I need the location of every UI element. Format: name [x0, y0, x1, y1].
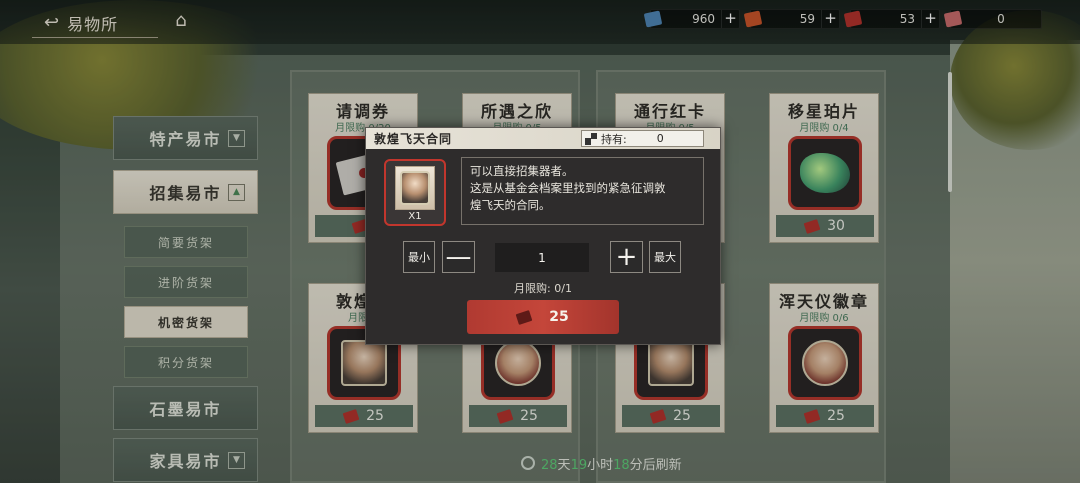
sidebar-item-label: 石墨易市 [149, 400, 222, 419]
sidebar-subitem-label: 简要货架 [157, 235, 214, 250]
holding-label: 持有: [601, 132, 627, 146]
shop-card-star-amber[interactable]: 移星珀片 月限购 0/4 30 [769, 93, 879, 243]
red-ticket-icon [803, 218, 821, 234]
refresh-text: 28天19小时18分后刷新 [541, 457, 682, 473]
clock-icon [521, 456, 535, 470]
red-ticket-icon [496, 408, 514, 424]
refresh-timer: 28天19小时18分后刷新 [521, 454, 682, 473]
minus-icon: — [445, 242, 472, 272]
orange-ticket-icon [743, 10, 763, 28]
red-ticket-icon [803, 408, 821, 424]
item-preview: X1 [384, 159, 446, 226]
currency-blue-ticket: 960 + [643, 9, 740, 29]
holding-count: 持有: 0 [581, 130, 704, 147]
chevron-down-icon[interactable]: ▼ [228, 452, 245, 469]
plus-icon: + [615, 242, 638, 272]
character-badge [802, 340, 848, 386]
home-icon[interactable]: ⌂ [170, 10, 192, 32]
currency-value: 960 [692, 12, 715, 26]
chevron-up-icon[interactable]: ▲ [228, 184, 245, 201]
sidebar-subitem-secret-shelf[interactable]: 机密货架 [124, 306, 248, 338]
character-badge [495, 340, 541, 386]
character-portrait [341, 340, 387, 386]
inventory-icon [585, 132, 597, 145]
sidebar-subitem-label: 积分货架 [157, 355, 214, 370]
shop-card-armillary-badge[interactable]: 浑天仪徽章 月限购 0/6 25 [769, 283, 879, 433]
increase-quantity-button[interactable]: + [610, 241, 643, 273]
red-ticket-icon [649, 408, 667, 424]
pink-card-icon [943, 10, 963, 28]
sidebar-item-label: 家具易市 [149, 452, 222, 471]
sidebar-subitem-label: 机密货架 [157, 315, 214, 330]
character-portrait [400, 171, 430, 205]
currency-red-ticket: 53 + [843, 9, 940, 29]
gem-icon [800, 153, 850, 193]
card-price: 25 [622, 405, 720, 427]
card-price: 25 [469, 405, 567, 427]
sidebar-item-furniture-market[interactable]: 家具易市 ▼ [113, 438, 258, 482]
card-image [788, 326, 862, 400]
card-limit: 月限购 0/4 [799, 123, 849, 134]
min-quantity-button[interactable]: 最小 [403, 241, 435, 273]
item-quantity: X1 [408, 211, 422, 222]
sidebar-item-recruit-market[interactable]: 招集易市 ▲ [113, 170, 258, 214]
add-currency-button[interactable]: + [721, 10, 739, 28]
red-ticket-icon [515, 309, 533, 325]
add-currency-button[interactable]: + [921, 10, 939, 28]
scrollbar[interactable] [948, 72, 952, 192]
blue-ticket-icon [643, 10, 663, 28]
character-portrait [648, 340, 694, 386]
sidebar-subitem-points-shelf[interactable]: 积分货架 [124, 346, 248, 378]
monthly-limit-text: 月限购: 0/1 [514, 282, 572, 295]
dialog-header: 敦煌飞天合同 持有: 0 [366, 128, 720, 149]
purchase-dialog: 敦煌飞天合同 持有: 0 X1 可以直接招集器者。 这是从基金会档案里找到的紧急… [365, 127, 721, 345]
sidebar-subitem-advanced-shelf[interactable]: 进阶货架 [124, 266, 248, 298]
sidebar-item-label: 特产易市 [149, 130, 222, 149]
currency-value: 0 [997, 12, 1005, 26]
sidebar-item-graphite-market[interactable]: 石墨易市 [113, 386, 258, 430]
holding-value: 0 [656, 132, 664, 145]
currency-value: 53 [899, 12, 915, 26]
currency-pink-card: 0 [943, 9, 1042, 29]
decrease-quantity-button[interactable]: — [442, 241, 475, 273]
card-image [788, 136, 862, 210]
card-price: 30 [776, 215, 874, 237]
add-currency-button[interactable]: + [821, 10, 839, 28]
card-limit: 月限购 0/6 [799, 313, 849, 324]
red-ticket-icon [843, 10, 863, 28]
quantity-input[interactable]: 1 [495, 243, 589, 272]
back-arrow-icon: ↩ [44, 12, 60, 33]
top-bar: ↩ 易物所 ⌂ 960 + 59 + 53 + 0 [0, 0, 1080, 44]
sidebar-subitem-basic-shelf[interactable]: 简要货架 [124, 226, 248, 258]
sidebar-item-label: 招集易市 [149, 184, 222, 203]
purchase-price: 25 [549, 309, 569, 325]
contract-card-icon [395, 166, 435, 210]
currency-orange-ticket: 59 + [743, 9, 840, 29]
sidebar-item-specialty-market[interactable]: 特产易市 ▼ [113, 116, 258, 160]
chevron-down-icon[interactable]: ▼ [228, 130, 245, 147]
sidebar-subitem-label: 进阶货架 [157, 275, 214, 290]
back-button[interactable]: ↩ 易物所 [32, 8, 158, 38]
page-title: 易物所 [67, 14, 119, 34]
card-price: 25 [315, 405, 413, 427]
card-price: 25 [776, 405, 874, 427]
purchase-button[interactable]: 25 [467, 300, 619, 334]
red-ticket-icon [342, 408, 360, 424]
max-quantity-button[interactable]: 最大 [649, 241, 681, 273]
currency-value: 59 [799, 12, 815, 26]
dialog-title: 敦煌飞天合同 [374, 132, 453, 146]
item-description: 可以直接招集器者。 这是从基金会档案里找到的紧急征调敦 煌飞天的合同。 [461, 157, 704, 225]
